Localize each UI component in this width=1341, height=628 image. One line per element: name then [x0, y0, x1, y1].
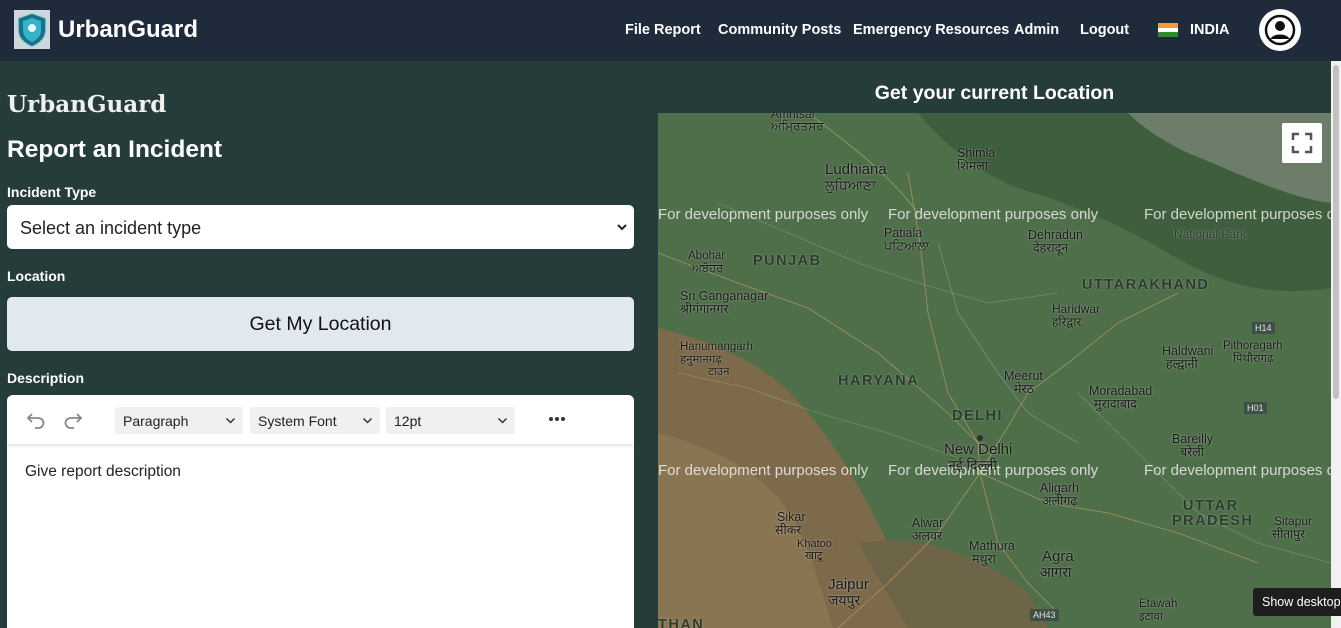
fullscreen-icon — [1291, 132, 1313, 154]
map-city-label: नई दिल्ली — [948, 457, 998, 473]
map-city-label: ਪਟਿਆਲਾ — [884, 239, 930, 253]
editor-toolbar: Paragraph System Font 12pt — [7, 395, 634, 444]
map-city-label: ਲੁਧਿਆਣਾ — [825, 177, 877, 193]
font-family-select[interactable]: System Font — [250, 407, 380, 434]
nav-file-report[interactable]: File Report — [625, 20, 701, 40]
chevron-down-icon — [617, 224, 627, 231]
map-city-label: पिथौरागढ़ — [1233, 353, 1274, 365]
undo-icon[interactable] — [26, 410, 46, 430]
nav-admin[interactable]: Admin — [1014, 20, 1059, 40]
top-navbar: UrbanGuard File Report Community Posts E… — [0, 0, 1341, 61]
map-city-label: देहरादून — [1033, 241, 1069, 255]
form-brand: UrbanGuard — [7, 91, 167, 118]
map-city-label: ਅਬੋਹਰ — [692, 263, 724, 275]
user-avatar-icon[interactable] — [1259, 9, 1301, 51]
rich-text-editor: Paragraph System Font 12pt Give report d… — [7, 395, 634, 628]
map-heading: Get your current Location — [874, 82, 1115, 104]
highway-badge: AH43 — [1030, 609, 1059, 621]
block-format-select[interactable]: Paragraph — [115, 407, 243, 434]
map-city-label: अलीगढ़ — [1042, 494, 1078, 508]
map-state-label: THAN — [658, 617, 705, 628]
map-city-label: Ludhiana — [825, 161, 887, 178]
map-city-label: खाटू — [805, 550, 823, 562]
block-format-value: Paragraph — [123, 413, 189, 429]
location-map[interactable]: For development purposes only For develo… — [658, 113, 1331, 628]
map-city-label: टाउन — [708, 366, 730, 378]
font-size-value: 12pt — [394, 413, 422, 429]
nav-emergency-resources[interactable]: Emergency Resources — [853, 20, 1009, 40]
get-location-button-label: Get My Location — [249, 312, 392, 335]
map-watermark: For development purposes only — [888, 206, 1099, 223]
chevron-down-icon — [225, 417, 236, 424]
chevron-down-icon — [497, 417, 508, 424]
shield-logo-icon[interactable] — [14, 10, 50, 49]
map-state-label: UTTARAKHAND — [1082, 277, 1210, 293]
redo-icon[interactable] — [63, 410, 83, 430]
map-city-label: मुरादाबाद — [1094, 397, 1137, 411]
map-city-label: Jaipur — [828, 576, 869, 593]
map-city-label: श्रीगंगानगर — [680, 302, 729, 316]
incident-type-select[interactable]: Select an incident type — [7, 205, 634, 249]
map-state-label: UTTAR — [1183, 498, 1239, 514]
map-state-label: PUNJAB — [753, 253, 822, 269]
map-city-label: बरेली — [1180, 445, 1204, 459]
map-watermark: For development purposes only — [1144, 206, 1331, 223]
nav-logout[interactable]: Logout — [1080, 20, 1129, 40]
highway-badge: H01 — [1244, 402, 1267, 414]
map-state-label: PRADESH — [1172, 513, 1254, 529]
map-city-label: अलवर — [912, 529, 943, 543]
country-selector[interactable]: INDIA — [1190, 20, 1229, 40]
font-family-value: System Font — [258, 413, 337, 429]
font-size-select[interactable]: 12pt — [386, 407, 515, 434]
page-scrollbar[interactable] — [1331, 61, 1341, 628]
scrollbar-thumb[interactable] — [1333, 65, 1339, 399]
more-icon[interactable] — [547, 411, 567, 427]
location-label: Location — [7, 268, 66, 284]
show-desktop-tooltip: Show desktop — [1253, 588, 1341, 616]
page-title: Report an Incident — [7, 136, 223, 163]
map-city-label: शिमला — [957, 159, 988, 173]
fullscreen-button[interactable] — [1282, 123, 1322, 163]
map-watermark: For development purposes only — [658, 462, 869, 479]
map-city-label: New Delhi — [944, 441, 1013, 458]
chevron-down-icon — [362, 417, 373, 424]
map-city-label: हरिद्वार — [1052, 315, 1082, 329]
map-state-label: HARYANA — [838, 373, 920, 389]
map-city-label: इटावा — [1139, 611, 1163, 623]
map-state-label: DELHI — [952, 408, 1003, 424]
map-city-label: मेरठ — [1014, 382, 1034, 396]
map-watermark: For development purposes only — [1144, 462, 1331, 479]
description-textarea[interactable]: Give report description — [25, 463, 181, 481]
description-label: Description — [7, 370, 85, 386]
map-city-label: ਅੰਮ੍ਰਿਤਸਰ — [771, 119, 824, 133]
map-city-label: सीकर — [775, 523, 802, 537]
map-city-label: आगरा — [1040, 564, 1072, 580]
map-watermark: For development purposes only — [658, 206, 869, 223]
india-flag-icon[interactable] — [1158, 23, 1178, 37]
map-city-label: हल्द्वानी — [1166, 357, 1198, 371]
map-city-label: मथुरा — [972, 552, 996, 566]
map-park-label: National Park — [1174, 227, 1247, 241]
highway-badge: H14 — [1252, 322, 1275, 334]
incident-type-value: Select an incident type — [20, 218, 202, 238]
brand-name[interactable]: UrbanGuard — [58, 16, 198, 44]
map-city-label: सीतापुर — [1272, 527, 1305, 541]
get-location-button[interactable]: Get My Location — [7, 297, 634, 351]
incident-type-label: Incident Type — [7, 184, 97, 200]
nav-community-posts[interactable]: Community Posts — [718, 20, 841, 40]
map-city-label: Agra — [1042, 548, 1074, 565]
map-city-label: जयपुर — [828, 592, 861, 608]
